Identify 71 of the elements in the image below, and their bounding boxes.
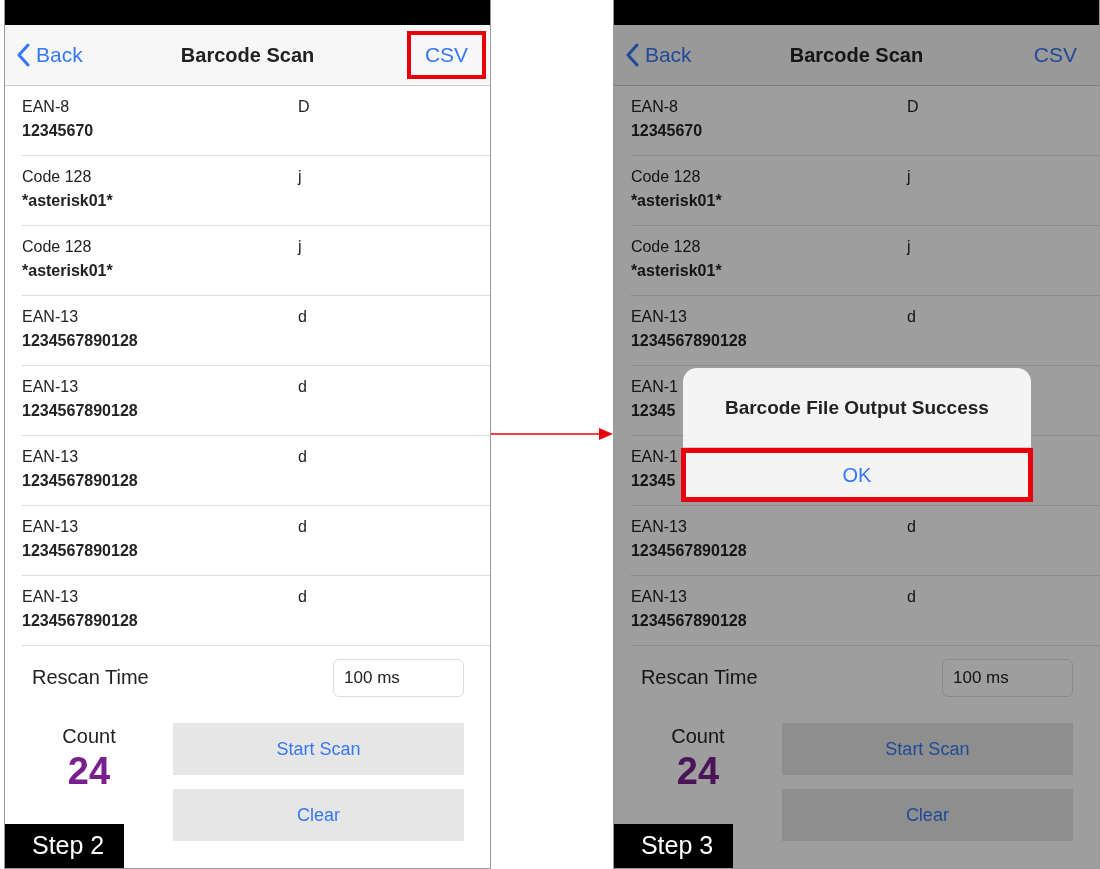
barcode-data: 12345670	[22, 122, 94, 140]
count-label: Count	[671, 725, 725, 748]
barcode-type: Code 128	[630, 168, 701, 186]
count-value: 24	[67, 750, 111, 793]
barcode-type: EAN-13	[22, 378, 79, 396]
csv-button[interactable]: CSV	[406, 31, 487, 79]
code-letter: d	[298, 448, 307, 466]
barcode-type: EAN-13	[22, 308, 79, 326]
barcode-data: 1234567890128	[630, 332, 747, 350]
code-letter: d	[298, 518, 307, 536]
chevron-left-icon	[625, 43, 639, 67]
back-button[interactable]: Back	[613, 42, 698, 68]
back-button[interactable]: Back	[5, 42, 89, 68]
barcode-type: EAN-13	[22, 518, 79, 536]
barcode-data: 1234567890128	[630, 612, 747, 630]
code-letter: j	[298, 168, 302, 186]
barcode-data: 12345	[630, 402, 676, 420]
screen-title: Barcode Scan	[180, 43, 315, 67]
barcode-data: *asterisk01*	[22, 192, 113, 210]
rescan-time-label: Rescan Time	[32, 666, 149, 689]
barcode-type: EAN-1	[630, 378, 678, 396]
barcode-data: 1234567890128	[22, 542, 138, 560]
barcode-type: EAN-13	[630, 308, 687, 326]
barcode-data: *asterisk01*	[630, 192, 722, 210]
rescan-time-field[interactable]: 100 ms	[333, 658, 465, 697]
code-letter: D	[906, 98, 919, 116]
code-letter: d	[298, 588, 307, 606]
barcode-data: 1234567890128	[22, 612, 138, 630]
code-letter: j	[906, 238, 911, 256]
code-letter: d	[906, 308, 916, 326]
barcode-type: EAN-13	[22, 448, 79, 466]
barcode-data: 1234567890128	[22, 472, 138, 490]
barcode-data: 1234567890128	[22, 332, 138, 350]
code-letter: D	[298, 98, 310, 116]
clear-button[interactable]: Clear	[173, 789, 464, 841]
barcode-data: *asterisk01*	[22, 262, 113, 280]
barcode-type: EAN-8	[22, 98, 70, 116]
barcode-data: *asterisk01*	[630, 262, 722, 280]
csv-button[interactable]: CSV	[1015, 31, 1095, 79]
code-letter: d	[298, 378, 307, 396]
barcode-type: EAN-8	[630, 98, 678, 116]
barcode-type: EAN-1	[630, 448, 678, 466]
count-value: 24	[676, 750, 720, 793]
start-scan-button[interactable]: Start Scan	[173, 723, 464, 775]
code-letter: d	[298, 308, 307, 326]
start-scan-button[interactable]: Start Scan	[781, 723, 1073, 775]
clear-button[interactable]: Clear	[781, 789, 1073, 841]
barcode-data: 1234567890128	[630, 542, 747, 560]
chevron-left-icon	[17, 43, 30, 67]
count-label: Count	[62, 725, 116, 748]
code-letter: d	[906, 518, 916, 536]
barcode-type: Code 128	[22, 168, 92, 186]
step-label: Step 3	[613, 824, 734, 868]
step-label: Step 2	[5, 824, 125, 868]
rescan-time-field[interactable]: 100 ms	[942, 658, 1073, 697]
screen-title: Barcode Scan	[789, 43, 924, 67]
barcode-type: Code 128	[630, 238, 701, 256]
barcode-type: Code 128	[22, 238, 92, 256]
code-letter: j	[298, 238, 302, 256]
barcode-data: 12345	[630, 472, 676, 490]
barcode-type: EAN-13	[22, 588, 79, 606]
alert-message: Barcode File Output Success	[724, 396, 989, 419]
code-letter: d	[906, 588, 916, 606]
ok-button[interactable]: OK	[680, 448, 1033, 502]
barcode-data: 1234567890128	[22, 402, 138, 420]
barcode-data: 12345670	[630, 122, 703, 140]
barcode-type: EAN-13	[630, 518, 687, 536]
rescan-time-label: Rescan Time	[640, 666, 758, 689]
code-letter: j	[906, 168, 911, 186]
barcode-type: EAN-13	[630, 588, 687, 606]
arrow-icon	[491, 427, 614, 441]
